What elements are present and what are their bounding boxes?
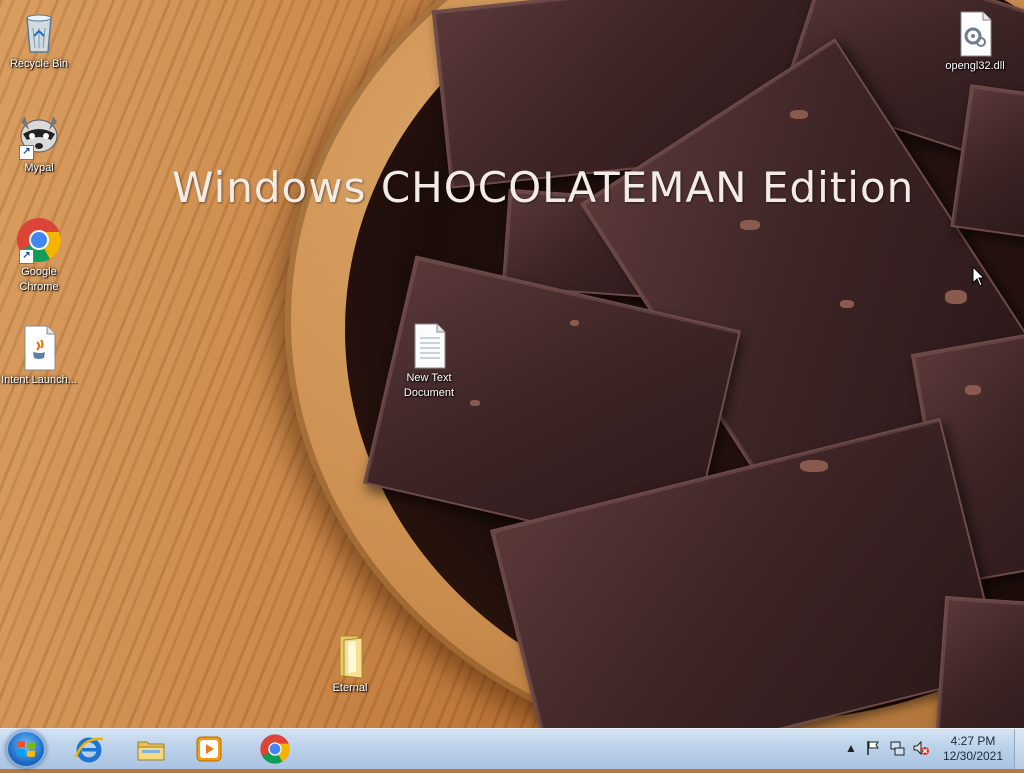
taskbar-media-player-button[interactable] bbox=[180, 731, 238, 767]
text-document-icon bbox=[405, 322, 453, 370]
mypal-raccoon-icon: ↗ bbox=[15, 112, 63, 160]
taskbar-internet-explorer-button[interactable] bbox=[60, 731, 118, 767]
shortcut-arrow-icon: ↗ bbox=[19, 249, 34, 264]
java-file-icon bbox=[15, 324, 63, 372]
show-hidden-icons-arrow[interactable]: ▲ bbox=[843, 740, 859, 756]
desktop-icon-intent-launcher[interactable]: Intent Launch... bbox=[1, 324, 77, 388]
desktop-icon-recycle-bin[interactable]: Recycle Bin bbox=[1, 8, 77, 72]
chocolate-shaving bbox=[840, 300, 854, 308]
desktop-icon-label: New Text Document bbox=[403, 372, 455, 399]
file-explorer-icon bbox=[137, 741, 165, 761]
mouse-cursor-icon bbox=[972, 266, 986, 287]
shortcut-arrow-icon: ↗ bbox=[19, 145, 34, 160]
desktop-icon-label: opengl32.dll bbox=[945, 60, 1005, 72]
internet-explorer-icon bbox=[74, 737, 104, 763]
desktop-icon-mypal[interactable]: ↗ Mypal bbox=[1, 112, 77, 176]
action-center-flag-icon[interactable] bbox=[865, 740, 881, 756]
chocolate-shaving bbox=[790, 110, 808, 119]
clock-date: 12/30/2021 bbox=[942, 749, 1004, 763]
taskbar-file-explorer-button[interactable] bbox=[122, 731, 180, 767]
desktop-icon-label: Mypal bbox=[24, 162, 54, 174]
system-tray: ▲ bbox=[840, 729, 940, 769]
chrome-icon: ↗ bbox=[15, 216, 63, 264]
volume-muted-icon[interactable] bbox=[913, 740, 929, 756]
taskbar: ▲ 4:27 PM 12/30/2021 bbox=[0, 728, 1024, 769]
media-player-icon bbox=[196, 736, 222, 762]
desktop-icon-label: Eternal bbox=[332, 682, 368, 694]
chocolate-shaving bbox=[800, 460, 828, 472]
chrome-icon bbox=[260, 734, 290, 764]
chocolate-shaving bbox=[470, 400, 480, 406]
windows-logo-icon bbox=[17, 741, 35, 757]
chocolate-piece bbox=[935, 595, 1024, 728]
start-button[interactable] bbox=[6, 730, 46, 768]
desktop-icon-google-chrome[interactable]: ↗ Google Chrome bbox=[1, 216, 77, 295]
desktop-icon-label: Intent Launch... bbox=[1, 374, 77, 386]
desktop-icon-eternal-folder[interactable]: Eternal bbox=[312, 632, 388, 696]
folder-icon bbox=[326, 632, 374, 680]
desktop-icon-opengl32-dll[interactable]: opengl32.dll bbox=[937, 10, 1013, 74]
desktop-icon-label: Recycle Bin bbox=[9, 58, 69, 70]
desktop-icon-label: Google Chrome bbox=[19, 266, 59, 293]
desktop-wallpaper: Windows CHOCOLATEMAN Edition bbox=[0, 0, 1024, 728]
network-icon[interactable] bbox=[889, 740, 905, 756]
show-desktop-button[interactable] bbox=[1014, 729, 1024, 769]
chocolate-shaving bbox=[945, 290, 967, 304]
taskbar-clock[interactable]: 4:27 PM 12/30/2021 bbox=[936, 734, 1010, 764]
clock-time: 4:27 PM bbox=[950, 734, 996, 748]
chocolate-shaving bbox=[570, 320, 579, 326]
chocolate-shaving bbox=[965, 385, 981, 395]
recycle-bin-icon bbox=[15, 8, 63, 56]
taskbar-chrome-button[interactable] bbox=[246, 731, 304, 767]
dll-file-icon bbox=[951, 10, 999, 58]
desktop-icon-new-text-document[interactable]: New Text Document bbox=[391, 322, 467, 401]
wallpaper-title: Windows CHOCOLATEMAN Edition bbox=[172, 163, 915, 212]
